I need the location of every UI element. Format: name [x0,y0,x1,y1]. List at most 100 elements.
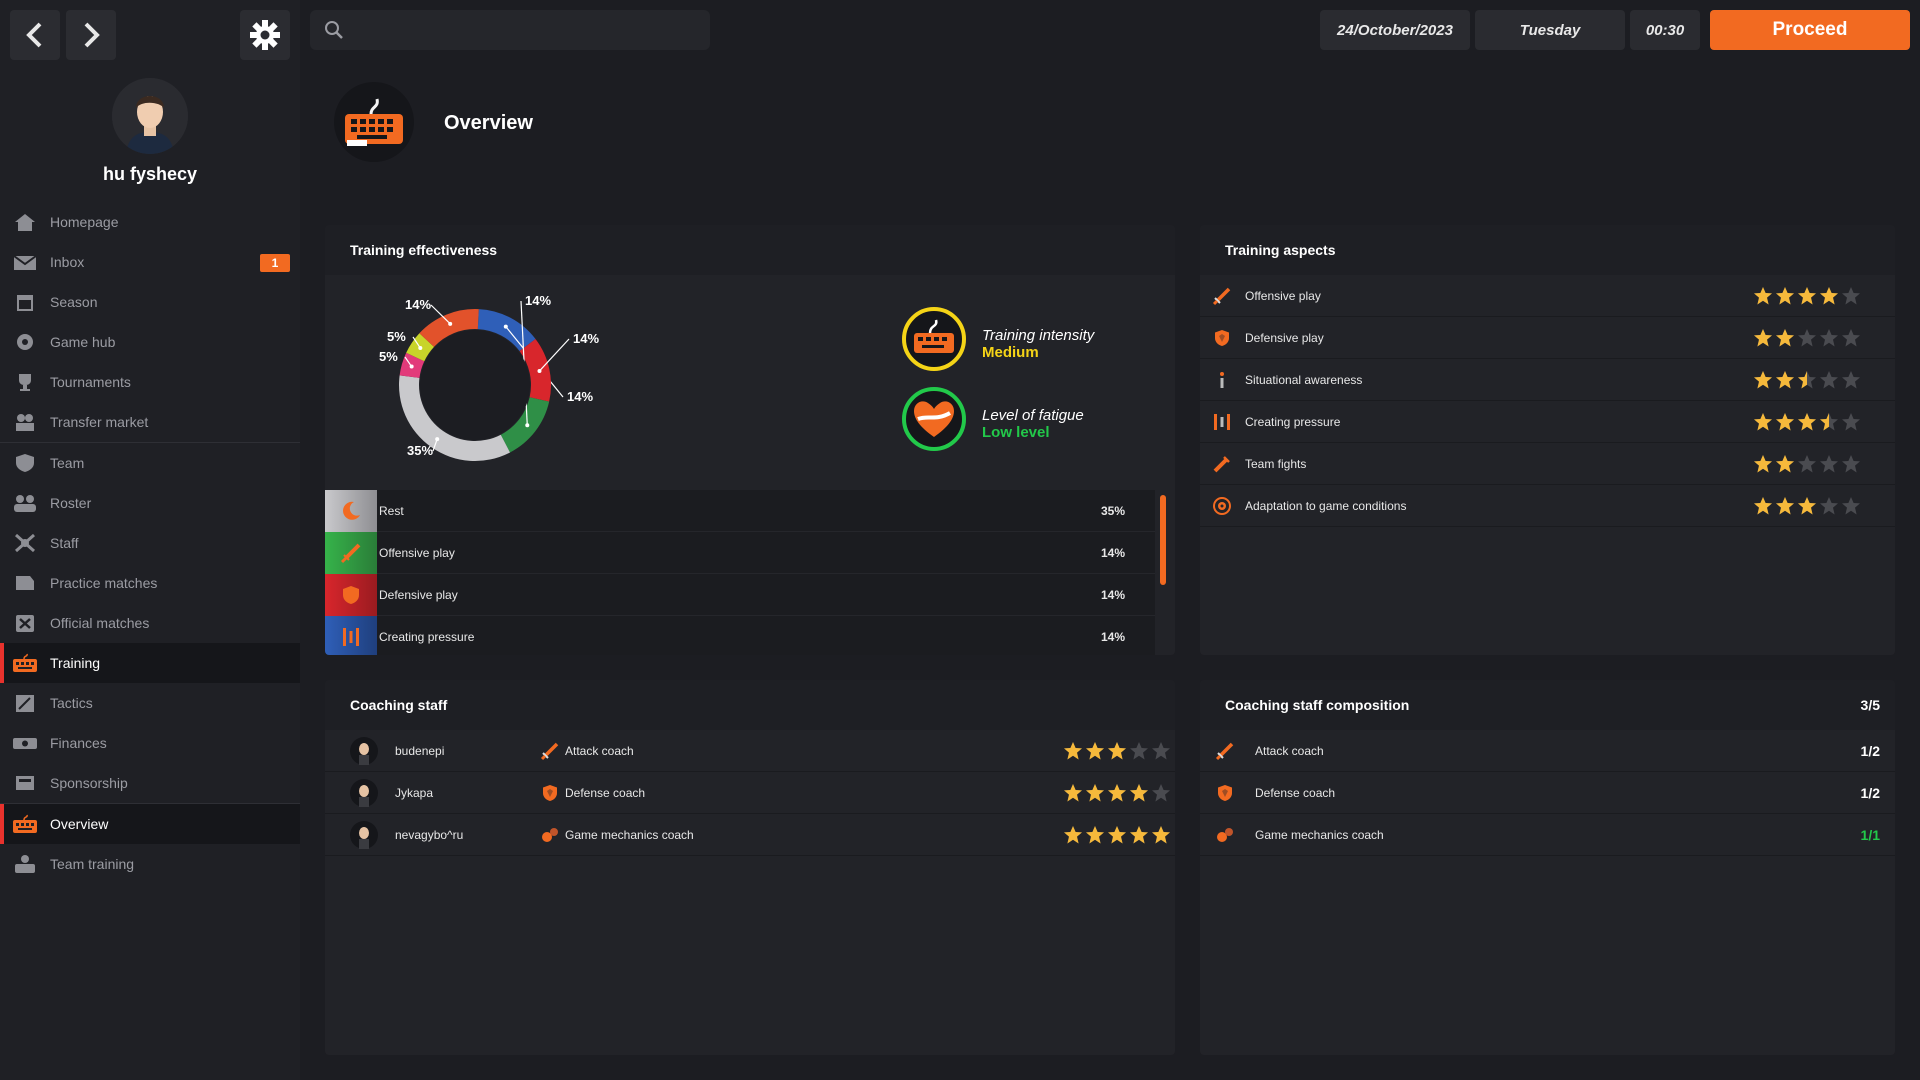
proceed-button[interactable]: Proceed [1710,10,1910,50]
list-item[interactable]: Creating pressure 14% [325,615,1155,655]
aspect-row[interactable]: Adaptation to game conditions [1200,485,1895,527]
coach-name: Jykapa [395,786,434,800]
keyboard-icon [13,814,37,833]
sword-icon [1212,287,1231,306]
allocation-scrollbar[interactable] [1160,495,1166,585]
sidebar-item-label: Sponsorship [50,775,128,791]
sidebar-item-team[interactable]: Team [0,443,300,483]
forward-button[interactable] [66,10,116,60]
aspect-row[interactable]: Offensive play [1200,275,1895,317]
aspect-label: Creating pressure [1245,415,1341,429]
shield-icon [1218,785,1232,801]
aspect-label: Defensive play [1245,331,1324,345]
aspect-row[interactable]: Defensive play [1200,317,1895,359]
composition-row: Game mechanics coach 1/1 [1200,814,1895,856]
sidebar-item-roster[interactable]: Roster [0,483,300,523]
star-full-icon [1086,742,1104,760]
sidebar-item-tactics[interactable]: Tactics [0,683,300,723]
sidebar-item-label: Homepage [50,214,119,230]
list-item[interactable]: Rest 35% [325,489,1155,532]
aspect-icon-wrap [1212,328,1232,351]
star-full-icon [1108,742,1126,760]
list-item[interactable]: Offensive play 14% [325,531,1155,574]
back-button[interactable] [10,10,60,60]
donut-label: 5% [379,349,398,364]
sidebar-item-finances[interactable]: Finances [0,723,300,763]
sidebar-item-tournaments[interactable]: Tournaments [0,362,300,402]
donut-leader-dot [418,346,423,351]
composition-role: Defense coach [1255,786,1336,800]
inbox-badge: 1 [260,254,290,272]
sidebar-item-label: Roster [50,495,92,511]
username: hu fyshecy [102,164,198,184]
sidebar-item-inbox[interactable]: Inbox 1 [0,242,300,282]
aspect-row[interactable]: Team fights [1200,443,1895,485]
star-rating [1753,496,1861,516]
allocation-label: Rest [379,503,404,518]
star-full-icon [1776,329,1794,347]
sidebar-item-transfer-market[interactable]: Transfer market [0,402,300,442]
donut-leader-dot [448,321,453,326]
donut-label: 14% [573,331,599,346]
aspect-row[interactable]: Creating pressure [1200,401,1895,443]
time-display: 00:30 [1630,10,1700,50]
aspect-row[interactable]: Situational awareness [1200,359,1895,401]
panel-title: Training effectiveness [325,225,1175,275]
sidebar-item-staff[interactable]: Staff [0,523,300,563]
sidebar-item-homepage[interactable]: Homepage [0,202,300,242]
sidebar-item-game-hub[interactable]: Game hub [0,322,300,362]
star-full-icon [1754,329,1772,347]
coach-avatar [350,821,378,849]
aspect-label: Situational awareness [1245,373,1363,387]
sidebar-item-overview[interactable]: Overview [0,804,300,844]
gamepad-icon [17,334,33,350]
settings-button[interactable] [240,10,290,60]
star-empty-icon [1842,455,1860,473]
staff-row[interactable]: Jykapa Defense coach [325,772,1175,814]
keyboard-icon [345,98,403,146]
list-item[interactable]: Defensive play 14% [325,573,1155,616]
star-rating [1753,454,1861,474]
transfer-icon [16,414,34,431]
sidebar-item-label: Practice matches [50,575,158,591]
people-icon [14,495,36,512]
aspects-list: Offensive play Defensive play Situational … [1200,275,1895,527]
shield-icon [543,785,557,801]
coach-avatar [350,779,378,807]
donut-leader-dot [525,423,530,428]
star-empty-icon [1842,413,1860,431]
star-empty-icon [1820,329,1838,347]
sidebar-item-label: Tactics [50,695,93,711]
sidebar-item-label: Team training [50,856,135,872]
search-bar[interactable] [310,10,710,50]
back-arrow-icon [26,22,42,48]
search-input[interactable] [354,21,694,39]
sidebar-item-label: Training [50,655,101,671]
aspect-label: Offensive play [1245,289,1321,303]
sidebar-item-training[interactable]: Training [0,643,300,683]
target-icon [1213,497,1231,515]
star-empty-icon [1820,497,1838,515]
sidebar-item-sponsorship[interactable]: Sponsorship [0,763,300,803]
star-full-icon [1108,826,1126,844]
sidebar-item-team-training[interactable]: Team training [0,844,300,884]
sidebar-item-practice-matches[interactable]: Practice matches [0,563,300,603]
sidebar-item-season[interactable]: Season [0,282,300,322]
star-full-icon [1776,287,1794,305]
donut-label: 5% [387,329,406,344]
pressure-icon [1214,414,1230,430]
staff-row[interactable]: budenepi Attack coach [325,730,1175,772]
composition-total: 3/5 [1860,697,1880,713]
coaching-staff-panel: Coaching staff budenepi Attack coach Jykap… [325,680,1175,1055]
page-title: Overview [444,112,533,134]
donut-leader-dot [537,368,542,373]
avatar[interactable] [112,78,188,154]
intensity-value: Medium [982,344,1039,361]
staff-row[interactable]: nevagybo^ru Game mechanics coach [325,814,1175,856]
allocation-pct: 14% [1100,546,1125,560]
sidebar-item-label: Season [50,294,98,310]
page-icon [334,82,414,162]
swords-icon [16,615,34,632]
calendar-icon [17,295,33,311]
sidebar-item-official-matches[interactable]: Official matches [0,603,300,643]
